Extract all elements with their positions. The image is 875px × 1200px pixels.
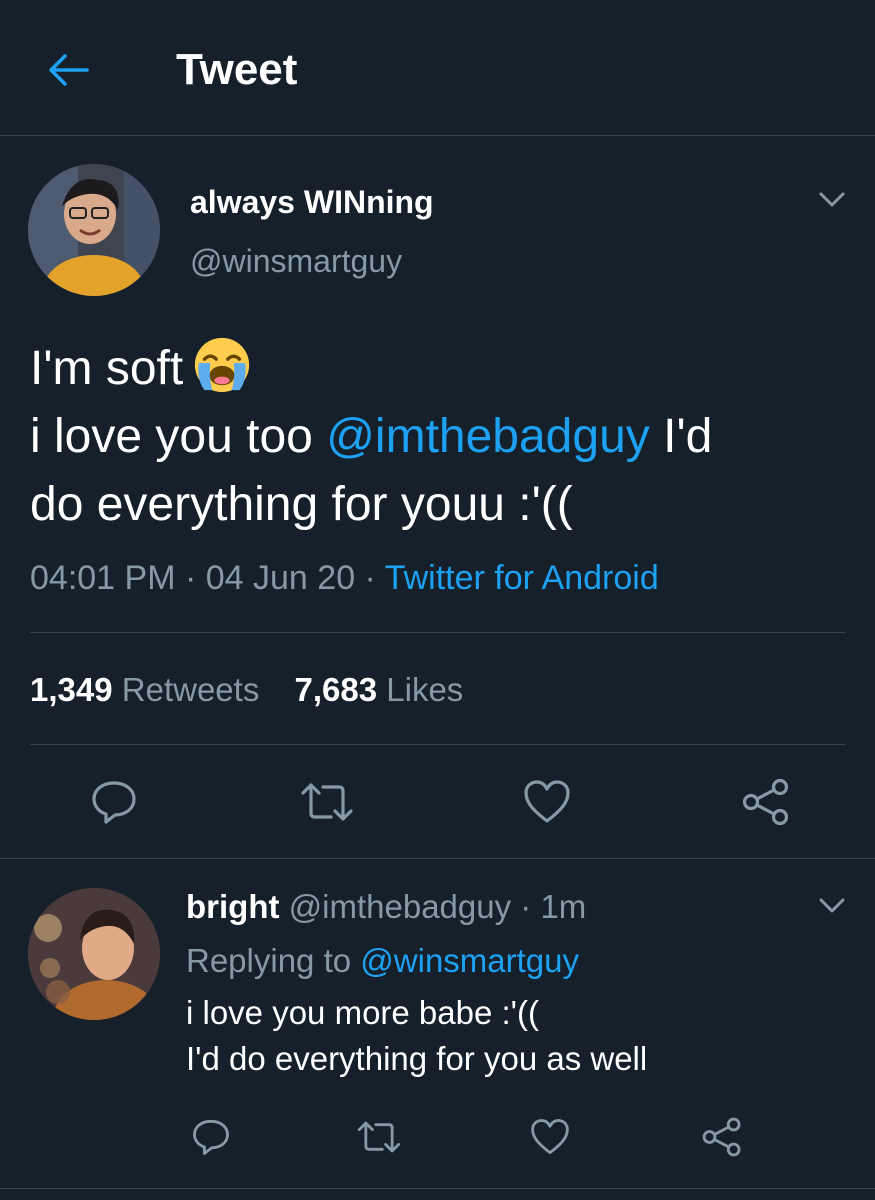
replying-to: Replying to @winsmartguy [186,940,579,982]
reply-handle[interactable]: @imthebadguy [289,888,511,925]
share-button[interactable] [734,776,798,828]
retweets-stat[interactable]: 1,349 Retweets [30,671,259,708]
reply-icon [193,1119,229,1155]
tweet-text: I'm soft i love you too @imthebadguy I'd… [30,332,830,539]
tweet-time: 04:01 PM [30,559,176,597]
like-icon [524,780,570,823]
likes-stat[interactable]: 7,683 Likes [295,671,464,708]
tweet-text-line: I'm soft [30,342,184,395]
like-button[interactable] [515,776,579,828]
reply-text-line: I'd do everything for you as well [186,1040,648,1077]
more-options-button[interactable] [812,180,852,220]
tweet-meta: 04:01 PM · 04 Jun 20 · Twitter for Andro… [30,556,659,600]
likes-count: 7,683 [294,671,378,708]
meta-separator: · [511,888,541,925]
chevron-down-icon [819,192,845,207]
reply-age: 1m [540,888,587,925]
tweet-date: 04 Jun 20 [205,559,356,597]
like-icon [531,1119,569,1155]
avatar[interactable] [28,164,160,296]
share-icon [742,778,789,826]
avatar[interactable] [28,888,160,1020]
display-name[interactable]: always WINning [190,182,434,222]
chevron-down-icon [819,898,845,913]
retweets-label: Retweets [121,671,260,708]
back-button[interactable] [40,44,96,96]
divider [0,858,875,859]
replying-label: Replying to [186,942,352,979]
share-icon [702,1117,741,1157]
tweet-text-line: i love you too [30,410,327,463]
loudly-crying-face-emoji [195,337,250,393]
reply-header: bright @imthebadguy · 1m [186,886,586,928]
divider [30,632,845,633]
retweet-icon [357,1121,401,1153]
reply-icon [92,781,136,824]
meta-separator: · [355,559,385,597]
meta-separator: · [175,559,206,597]
reply-like-button[interactable] [522,1114,578,1160]
page-title: Tweet [176,45,298,94]
reply-text: i love you more babe :'(( I'd do everyth… [186,990,647,1082]
retweets-count: 1,349 [30,671,113,708]
top-bar: Tweet [0,0,875,136]
likes-label: Likes [386,671,464,708]
tweet-text-line: do everything for youu :'(( [30,478,573,531]
retweet-icon [301,783,353,821]
retweet-button[interactable] [295,776,359,828]
reply-button[interactable] [82,776,146,828]
reply-share-button[interactable] [694,1114,750,1160]
tweet-text-line: I'd [649,410,713,463]
reply-more-options-button[interactable] [812,886,852,926]
arrow-left-icon [49,54,89,86]
reply-reply-button[interactable] [183,1114,239,1160]
divider [30,744,845,745]
mention-link[interactable]: @imthebadguy [326,410,650,463]
replying-to-link[interactable]: @winsmartguy [360,942,579,979]
user-handle[interactable]: @winsmartguy [190,241,402,281]
tweet-stats: 1,349 Retweets 7,683 Likes [30,668,489,712]
divider [0,1188,875,1189]
tweet-source-link[interactable]: Twitter for Android [385,559,659,597]
reply-retweet-button[interactable] [351,1114,407,1160]
reply-text-line: i love you more babe :'(( [186,994,539,1031]
reply-display-name[interactable]: bright [186,888,279,925]
